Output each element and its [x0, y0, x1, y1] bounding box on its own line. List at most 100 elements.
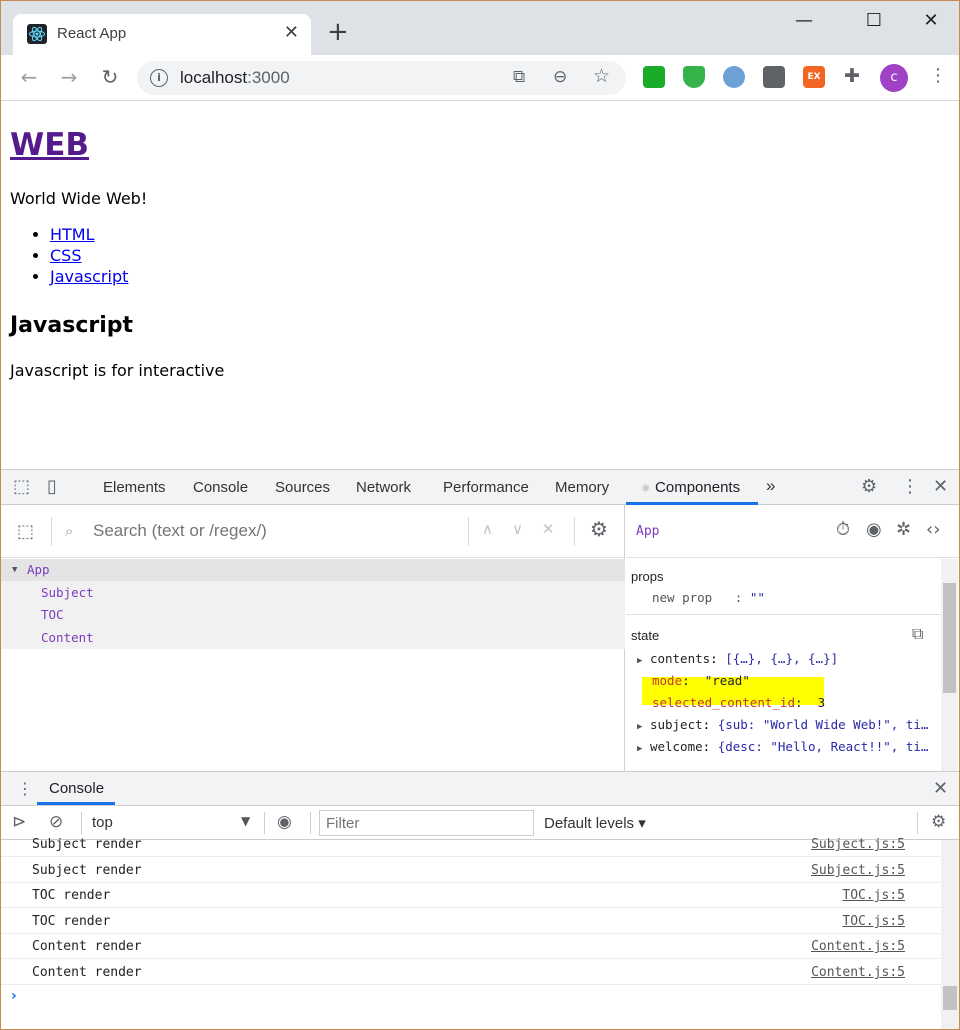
divider	[264, 812, 265, 834]
select-component-icon[interactable]: ⬚	[17, 521, 34, 542]
toc-link-css[interactable]: CSS	[50, 246, 81, 265]
tree-node-content[interactable]: Content	[41, 627, 94, 649]
tab-sources[interactable]: Sources	[275, 479, 330, 496]
component-search-input[interactable]	[93, 517, 453, 545]
zoom-out-icon[interactable]: ⊖	[553, 67, 567, 87]
menu-kebab-icon[interactable]: ⋮	[929, 65, 947, 86]
clear-search-icon[interactable]: ✕	[542, 520, 555, 538]
component-search-bar: ⬚ ⌕ ∧ ∨ ✕ ⚙	[1, 505, 625, 558]
settings-gear-icon[interactable]: ⚙	[861, 476, 877, 497]
sidebar-toggle-icon[interactable]: ⊳	[12, 812, 26, 832]
tree-node-toc[interactable]: TOC	[41, 604, 64, 626]
reload-icon[interactable]: ↻	[96, 63, 124, 91]
ext-orange-ex-icon[interactable]: EX	[803, 66, 825, 88]
components-settings-icon[interactable]: ⚙	[590, 517, 608, 541]
prop-row[interactable]: new prop : ""	[652, 590, 765, 605]
maximize-icon[interactable]: ☐	[851, 7, 897, 35]
source-link[interactable]: Subject.js:5	[811, 832, 905, 857]
tab-network[interactable]: Network	[356, 479, 411, 496]
address-bar[interactable]: i localhost:3000 ⧉ ⊖ ☆	[137, 61, 626, 95]
source-link[interactable]: TOC.js:5	[842, 909, 905, 934]
drawer-close-icon[interactable]: ✕	[933, 778, 948, 799]
state-row-mode[interactable]: mode: "read"	[652, 673, 750, 688]
collapse-triangle-icon[interactable]: ▼	[12, 559, 17, 581]
state-row-contents[interactable]: ▶ contents: [{…}, {…}, {…}]	[637, 651, 838, 666]
browser-toolbar: ← → ↻ i localhost:3000 ⧉ ⊖ ☆ EX ✚ c ⋮	[1, 55, 959, 101]
inspect-dom-eye-icon[interactable]: ◉	[866, 519, 882, 540]
props-body: props new prop : "" state ⧉ ▶ contents: …	[626, 559, 941, 771]
page-subtitle: World Wide Web!	[10, 189, 148, 208]
log-bug-icon[interactable]: ✲	[896, 519, 911, 540]
more-tabs-icon[interactable]: »	[766, 476, 775, 496]
source-link[interactable]: Subject.js:5	[811, 858, 905, 883]
ext-gray-icon[interactable]	[763, 66, 785, 88]
window-close-icon[interactable]: ✕	[908, 7, 954, 35]
ext-shield-icon[interactable]	[683, 66, 705, 88]
log-row: Content render Content.js:5	[1, 960, 941, 985]
context-selector[interactable]: top	[92, 814, 113, 831]
ext-circle-icon[interactable]	[723, 66, 745, 88]
drawer-tab-console[interactable]: Console	[49, 780, 104, 797]
new-tab-button[interactable]: +	[327, 17, 349, 47]
tree-node-app[interactable]: ▼ App	[1, 559, 625, 581]
browser-tab[interactable]: React App ✕	[13, 14, 311, 55]
tab-close-icon[interactable]: ✕	[284, 22, 299, 43]
console-prompt[interactable]: ›	[11, 988, 17, 1004]
console-scrollbar[interactable]	[941, 840, 959, 1029]
url-text: localhost:3000	[180, 68, 290, 87]
tab-console[interactable]: Console	[193, 479, 248, 496]
profile-avatar[interactable]: c	[880, 64, 908, 92]
tab-elements[interactable]: Elements	[103, 479, 166, 496]
copy-state-icon[interactable]: ⧉	[912, 624, 923, 644]
devtools-menu-icon[interactable]: ⋮	[901, 476, 919, 497]
bookmark-star-icon[interactable]: ☆	[593, 65, 610, 87]
drawer-tabbar: ⋮ Console ✕	[1, 771, 959, 806]
heading-link[interactable]: WEB	[10, 127, 89, 163]
clear-console-icon[interactable]: ⊘	[49, 812, 63, 832]
expand-triangle-icon: ▶	[637, 744, 643, 754]
tab-memory[interactable]: Memory	[555, 479, 609, 496]
tab-title: React App	[57, 25, 127, 42]
profiler-timer-icon[interactable]: ⏱	[836, 519, 850, 540]
toc-link-javascript[interactable]: Javascript	[50, 267, 128, 286]
inspect-element-icon[interactable]: ⬚	[13, 476, 30, 497]
source-link[interactable]: Content.js:5	[811, 960, 905, 985]
forward-icon[interactable]: →	[55, 63, 83, 91]
tab-performance[interactable]: Performance	[443, 479, 529, 496]
state-row-welcome[interactable]: ▶ welcome: {desc: "Hello, React!!", ti…	[637, 739, 928, 754]
drawer-menu-icon[interactable]: ⋮	[17, 779, 33, 798]
translate-icon[interactable]: ⧉	[513, 67, 525, 87]
selected-component-name: App	[636, 524, 660, 539]
source-link[interactable]: TOC.js:5	[842, 883, 905, 908]
scrollbar-thumb[interactable]	[943, 583, 956, 693]
previous-result-icon[interactable]: ∧	[482, 520, 493, 538]
log-levels-dropdown[interactable]: Default levels ▾	[544, 814, 646, 832]
back-icon[interactable]: ←	[15, 63, 43, 91]
state-row-selected-content-id[interactable]: selected_content_id: 3	[652, 695, 825, 710]
page-heading: WEB	[10, 127, 89, 163]
console-settings-icon[interactable]: ⚙	[931, 812, 946, 832]
devtools-tabbar: ⬚ ▯ Elements Console Sources Network Per…	[1, 470, 959, 505]
site-info-icon[interactable]: i	[150, 69, 168, 87]
content-desc: Javascript is for interactive	[10, 361, 225, 380]
state-row-subject[interactable]: ▶ subject: {sub: "World Wide Web!", ti…	[637, 717, 928, 732]
component-tree-panel: ⬚ ⌕ ∧ ∨ ✕ ⚙ ▼ App Subject TOC Content	[1, 505, 625, 771]
live-expression-eye-icon[interactable]: ◉	[277, 812, 292, 832]
react-logo-icon	[27, 24, 47, 44]
source-link[interactable]: Content.js:5	[811, 934, 905, 959]
dropdown-arrow-icon[interactable]: ▼	[241, 814, 250, 828]
devtools-close-icon[interactable]: ✕	[933, 476, 948, 497]
console-messages: Subject render Subject.js:5 Subject rende…	[1, 837, 941, 1029]
view-source-icon[interactable]: ‹›	[926, 519, 940, 540]
next-result-icon[interactable]: ∨	[512, 520, 523, 538]
tab-components[interactable]: ⚛ Components	[641, 479, 740, 496]
device-toolbar-icon[interactable]: ▯	[47, 476, 57, 497]
minimize-icon[interactable]: —	[781, 7, 827, 35]
tab-strip: React App ✕ + — ☐ ✕	[1, 1, 959, 55]
tree-node-subject[interactable]: Subject	[41, 582, 94, 604]
ext-green-icon[interactable]	[643, 66, 665, 88]
puzzle-icon[interactable]: ✚	[844, 65, 860, 87]
scrollbar-thumb[interactable]	[943, 986, 957, 1010]
toc-link-html[interactable]: HTML	[50, 225, 95, 244]
props-scrollbar[interactable]	[941, 559, 958, 771]
